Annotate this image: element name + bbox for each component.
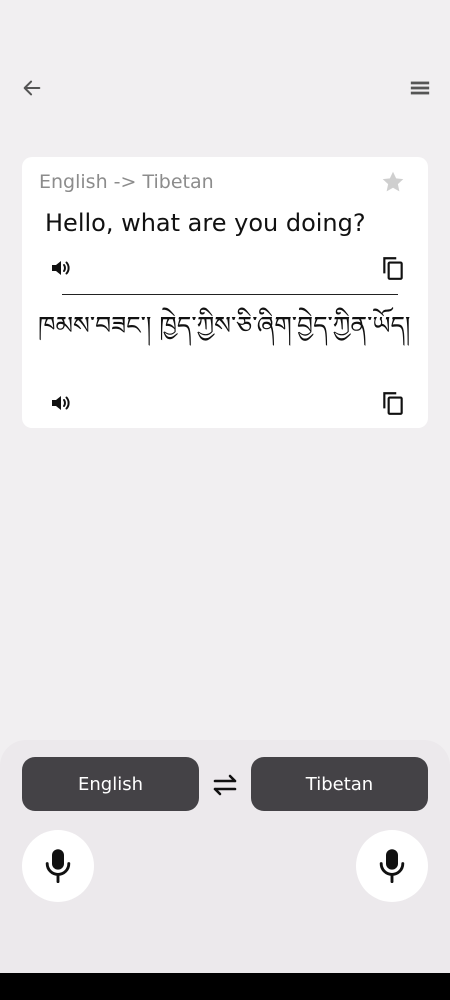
- microphone-icon: [45, 849, 71, 884]
- microphone-icon: [379, 849, 405, 884]
- swap-icon: [213, 774, 237, 796]
- bottom-language-panel: English Tibetan: [0, 740, 450, 973]
- copy-translation-button[interactable]: [378, 388, 408, 418]
- system-navigation-bar: [0, 973, 450, 1000]
- translated-text: ཁམས་བཟང་། ཁྱེད་ཀྱིས་ཅི་ཞིག་བྱེད་ཀྱིན་ཡོད…: [38, 311, 411, 340]
- target-mic-button[interactable]: [356, 830, 428, 902]
- swap-languages-button[interactable]: [208, 770, 242, 800]
- copy-icon: [383, 392, 403, 415]
- star-icon: [382, 171, 404, 192]
- source-mic-button[interactable]: [22, 830, 94, 902]
- speak-translation-button[interactable]: [46, 388, 76, 418]
- translation-card: English -> Tibetan Hello, what are you d…: [22, 157, 428, 428]
- speaker-icon: [52, 396, 70, 410]
- menu-button[interactable]: [400, 68, 440, 108]
- back-button[interactable]: [12, 68, 52, 108]
- favorite-button[interactable]: [380, 169, 406, 195]
- menu-icon: [410, 81, 430, 95]
- source-language-button[interactable]: English: [22, 757, 199, 811]
- divider: [62, 294, 398, 295]
- copy-icon: [383, 257, 403, 280]
- target-language-button[interactable]: Tibetan: [251, 757, 428, 811]
- language-pair-label: English -> Tibetan: [39, 171, 214, 193]
- speak-source-button[interactable]: [46, 253, 76, 283]
- arrow-left-icon: [23, 80, 41, 96]
- source-text: Hello, what are you doing?: [45, 209, 366, 237]
- speaker-icon: [52, 261, 70, 275]
- copy-source-button[interactable]: [378, 253, 408, 283]
- top-app-bar: [0, 60, 450, 116]
